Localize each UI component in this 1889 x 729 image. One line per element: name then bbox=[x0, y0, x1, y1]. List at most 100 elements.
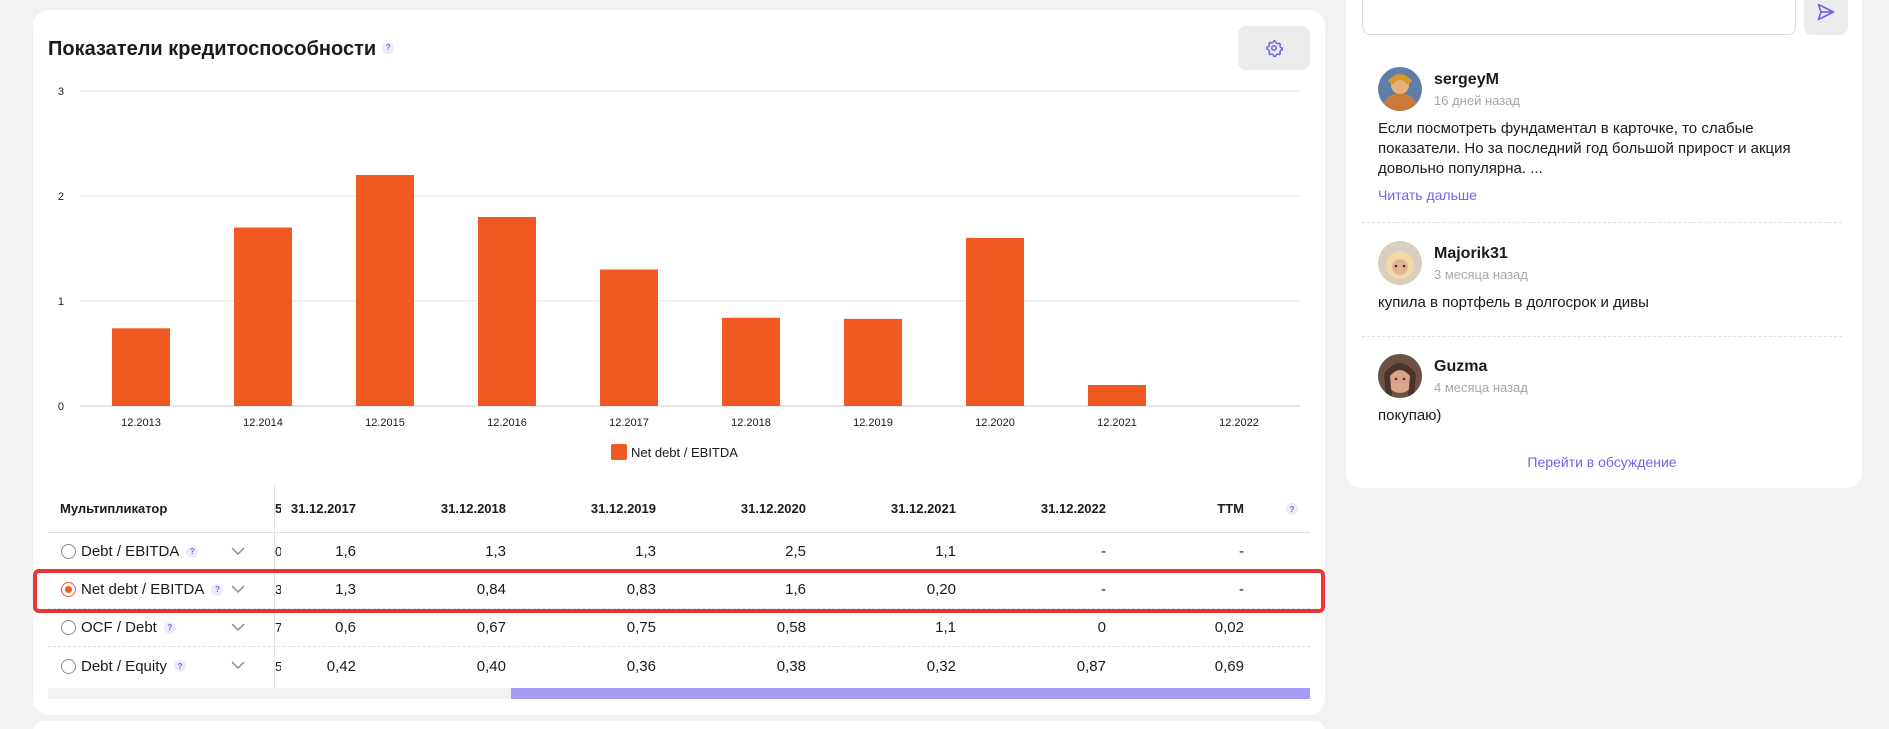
chart-legend[interactable]: Net debt / EBITDA bbox=[611, 444, 738, 460]
value-cell: 0,67 bbox=[476, 619, 506, 636]
bar[interactable] bbox=[722, 317, 780, 406]
x-tick-label: 12.2021 bbox=[1097, 417, 1137, 429]
avatar[interactable] bbox=[1378, 241, 1422, 285]
settings-button[interactable] bbox=[1238, 26, 1310, 70]
comment-input[interactable] bbox=[1362, 0, 1796, 35]
value-cell: 1,6 bbox=[335, 543, 356, 560]
value-cell: 0,38 bbox=[776, 657, 806, 675]
x-tick-label: 12.2019 bbox=[853, 417, 893, 429]
x-tick-label: 12.2014 bbox=[243, 417, 283, 429]
read-more-link[interactable]: Читать дальше bbox=[1378, 187, 1477, 203]
bar[interactable] bbox=[112, 328, 170, 406]
comment-text: покупаю) bbox=[1378, 407, 1442, 424]
value-cell: - bbox=[1239, 581, 1244, 598]
value-cell: 0,32 bbox=[926, 657, 956, 675]
radio-button[interactable] bbox=[61, 582, 76, 597]
comment-divider bbox=[1362, 336, 1842, 337]
comment-text: Если посмотреть фундаментал в карточке, … bbox=[1378, 120, 1791, 177]
x-tick-label: 12.2018 bbox=[731, 417, 771, 429]
header-label-text: Мультипликатор bbox=[60, 501, 168, 516]
table-header: Мультипликатор 5 31.12.2017 31.12.2018 31.… bbox=[48, 485, 1310, 533]
x-tick-label: 12.2013 bbox=[121, 417, 161, 429]
section-title: Показатели кредитоспособности? bbox=[48, 38, 395, 61]
column-header: 31.12.2017 bbox=[290, 501, 356, 516]
value-cell: 0 bbox=[1097, 619, 1106, 636]
multiplier-label: OCF / Debt bbox=[81, 619, 157, 636]
comment-time: 4 месяца назад bbox=[1434, 380, 1528, 395]
help-icon[interactable]: ? bbox=[173, 660, 186, 672]
bar[interactable] bbox=[356, 175, 414, 406]
comment-time: 16 дней назад bbox=[1434, 93, 1520, 108]
value-cell: 0,75 bbox=[626, 619, 656, 636]
comment-username[interactable]: sergeyM bbox=[1434, 71, 1499, 89]
comment-username[interactable]: Guzma bbox=[1434, 358, 1487, 376]
bar[interactable] bbox=[478, 217, 536, 406]
value-cell: 0,83 bbox=[626, 581, 656, 598]
comment-text: купила в портфель в долгосрок и дивы bbox=[1378, 294, 1649, 311]
value-cell: 0,87 bbox=[1076, 657, 1106, 675]
comment-time: 3 месяца назад bbox=[1434, 267, 1528, 282]
comment-item: Majorik31 3 месяца назад купила в портфе… bbox=[1378, 241, 1838, 321]
help-icon[interactable]: ? bbox=[186, 545, 199, 558]
column-header: 31.12.2021 bbox=[890, 501, 956, 516]
next-card-edge bbox=[33, 721, 1325, 729]
comment-username[interactable]: Majorik31 bbox=[1434, 245, 1508, 263]
value-cell: 0,84 bbox=[476, 581, 506, 598]
radio-button[interactable] bbox=[61, 658, 76, 674]
bar[interactable] bbox=[966, 238, 1024, 406]
value-cell: 0,36 bbox=[626, 657, 656, 675]
gear-icon bbox=[1266, 40, 1283, 57]
column-header: 31.12.2020 bbox=[740, 501, 806, 516]
help-icon[interactable]: ? bbox=[163, 621, 176, 634]
column-header: 31.12.2018 bbox=[440, 501, 506, 516]
bar[interactable] bbox=[234, 227, 292, 407]
column-header: 31.12.2022 bbox=[1040, 501, 1106, 516]
value-cell: 1,3 bbox=[635, 543, 656, 560]
help-icon[interactable]: ? bbox=[211, 583, 224, 596]
value-cell: 0,6 bbox=[335, 619, 356, 636]
comment-divider bbox=[1362, 222, 1842, 223]
bar[interactable] bbox=[844, 318, 902, 406]
radio-button[interactable] bbox=[61, 620, 76, 635]
x-tick-label: 12.2020 bbox=[975, 417, 1015, 429]
table-row[interactable]: Net debt / EBITDA? 3 1,3 0,84 0,83 1,6 0,20- - bbox=[48, 571, 1310, 609]
send-button[interactable] bbox=[1804, 0, 1848, 35]
legend-swatch bbox=[611, 444, 627, 460]
value-cell: 0,02 bbox=[1214, 619, 1244, 636]
bar[interactable] bbox=[1088, 385, 1146, 406]
value-cell: 1,1 bbox=[935, 543, 956, 560]
y-tick-label: 3 bbox=[58, 86, 64, 98]
table-row[interactable]: OCF / Debt? 7 0,6 0,67 0,75 0,58 1,1 0 0,02 bbox=[48, 609, 1310, 647]
value-cell: 1,6 bbox=[785, 581, 806, 598]
column-header: 31.12.2019 bbox=[590, 501, 656, 516]
multiplier-label: Net debt / EBITDA bbox=[81, 581, 205, 598]
table-row[interactable]: Debt / EBITDA? 0 1,6 1,3 1,3 2,5 1,1- - bbox=[48, 533, 1310, 571]
value-cell: 1,3 bbox=[485, 543, 506, 560]
radio-button[interactable] bbox=[61, 544, 76, 559]
avatar[interactable] bbox=[1378, 67, 1422, 111]
sticky-column-divider bbox=[274, 485, 275, 690]
bar-chart: 0 1 2 3 12.2013 12.2014 12.2015 12.2016 12.2017 1… bbox=[58, 86, 1300, 429]
multiplier-label: Debt / EBITDA bbox=[81, 543, 180, 560]
value-cell: 0,58 bbox=[776, 619, 806, 636]
help-icon[interactable]: ? bbox=[382, 41, 395, 54]
value-cell: - bbox=[1239, 543, 1244, 560]
multiplier-label: Debt / Equity bbox=[81, 657, 167, 675]
column-header: TTM bbox=[1217, 501, 1244, 516]
comment-item: Guzma 4 месяца назад покупаю) bbox=[1378, 354, 1838, 434]
go-to-discussion-link[interactable]: Перейти в обсуждение bbox=[1362, 454, 1842, 470]
y-tick-label: 2 bbox=[58, 191, 64, 203]
value-cell: 0,69 bbox=[1214, 657, 1244, 675]
help-icon[interactable]: ? bbox=[1286, 503, 1298, 515]
avatar[interactable] bbox=[1378, 354, 1422, 398]
y-tick-label: 0 bbox=[58, 401, 64, 413]
legend-label: Net debt / EBITDA bbox=[631, 444, 738, 460]
value-cell: 1,1 bbox=[935, 619, 956, 636]
table-row[interactable]: Debt / Equity? 5 0,42 0,40 0,36 0,38 0,32 0,87 0… bbox=[48, 647, 1310, 685]
bar[interactable] bbox=[600, 269, 658, 407]
scrollbar-thumb[interactable] bbox=[511, 688, 1310, 699]
value-cell: - bbox=[1101, 581, 1106, 598]
x-tick-label: 12.2022 bbox=[1219, 417, 1259, 429]
x-tick-label: 12.2015 bbox=[365, 417, 405, 429]
value-cell: 0,40 bbox=[476, 657, 506, 675]
